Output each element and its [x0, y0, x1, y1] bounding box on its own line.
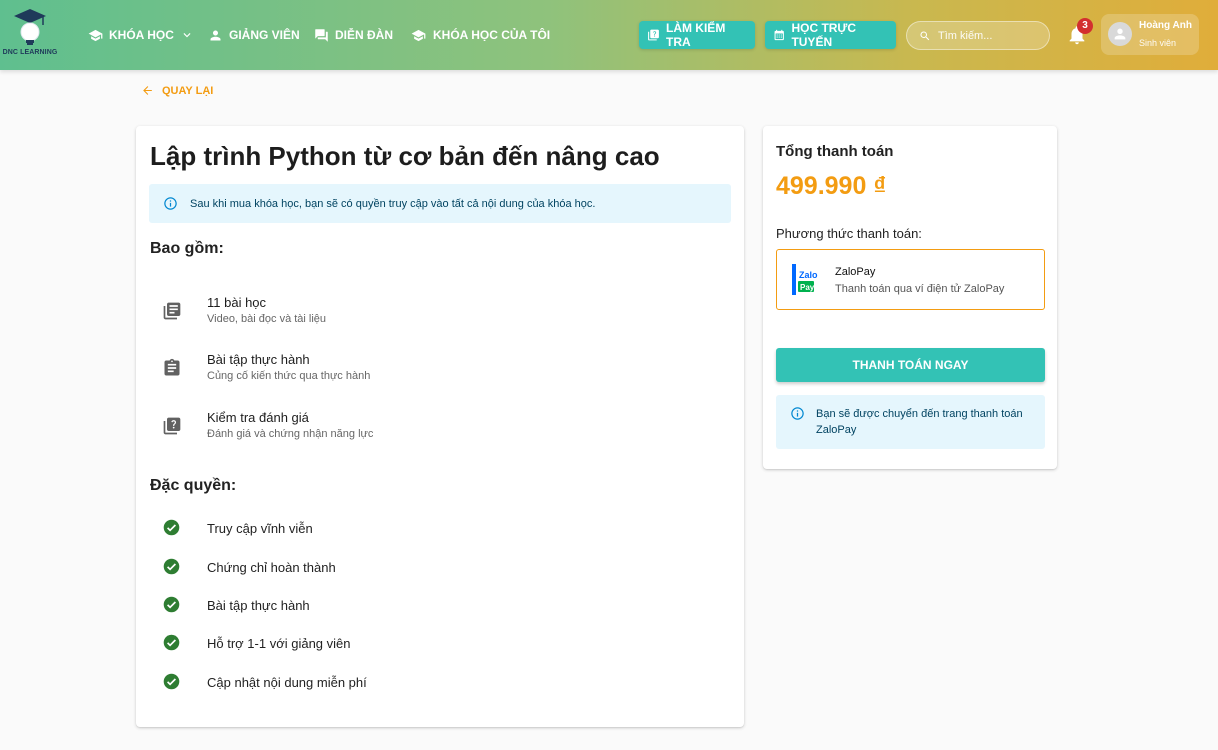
check-circle-icon [163, 634, 180, 651]
search-box[interactable] [906, 21, 1050, 50]
check-circle-icon [163, 558, 180, 575]
chevron-down-icon [183, 33, 191, 38]
take-quiz-button[interactable]: LÀM KIỂM TRA [639, 21, 755, 49]
online-learning-label: HỌC TRỰC TUYẾN [791, 21, 857, 49]
take-quiz-label: LÀM KIỂM TRA [665, 21, 726, 49]
purchase-info-text: Sau khi mua khóa học, bạn sẽ có quyền tr… [190, 197, 596, 210]
person-icon [210, 30, 221, 40]
include-subtitle: Đánh giá và chứng nhận năng lực [207, 428, 374, 440]
total-price: 499.990 ₫ [776, 172, 887, 200]
top-header: DNC LEARNING KHÓA HỌC GIẢNG VIÊN DIỄN ĐÀ… [0, 0, 1218, 70]
perk-text: Cập nhật nội dung miễn phí [207, 675, 367, 690]
include-title: 11 bài học [207, 295, 267, 310]
course-details-card: Lập trình Python từ cơ bản đến nâng cao … [136, 126, 744, 727]
include-item-exercises: Bài tập thực hành Củng cố kiến thức qua … [162, 352, 562, 392]
payment-method-label: Phương thức thanh toán: [776, 226, 922, 241]
assignment-icon [164, 358, 180, 376]
check-circle-icon [163, 673, 180, 690]
graduation-bulb-icon [14, 9, 46, 45]
zalopay-logo-icon: Zalo Pay [791, 263, 823, 296]
forum-icon [315, 28, 328, 42]
book-icon [88, 29, 103, 41]
search-input[interactable] [938, 29, 1038, 42]
redirect-info-alert: Bạn sẽ được chuyển đến trang thanh toán … [776, 395, 1045, 449]
pay-now-button[interactable]: THANH TOÁN NGAY [776, 348, 1045, 382]
info-icon [791, 407, 804, 420]
school-icon [411, 29, 426, 41]
user-menu[interactable]: Hoàng Anh Sinh viên [1101, 14, 1199, 55]
check-circle-icon [163, 519, 180, 536]
perk-item: Cập nhật nội dung miễn phí [163, 673, 563, 693]
redirect-info-text: Bạn sẽ được chuyển đến trang thanh toán … [816, 408, 1023, 436]
quiz-icon [648, 29, 659, 41]
nav-instructors-label: GIẢNG VIÊN [229, 28, 300, 42]
perk-text: Hỗ trợ 1-1 với giảng viên [207, 636, 351, 651]
total-label: Tổng thanh toán [776, 143, 894, 160]
quiz-icon [163, 417, 181, 435]
perk-item: Truy cập vĩnh viễn [163, 519, 563, 539]
notification-badge: 3 [1077, 18, 1093, 34]
payment-method-description: Thanh toán qua ví điện tử ZaloPay [835, 283, 1005, 295]
perk-item: Chứng chỉ hoàn thành [163, 558, 563, 578]
info-icon [164, 197, 177, 210]
nav-courses[interactable]: KHÓA HỌC [88, 0, 194, 70]
nav-forum[interactable]: DIỄN ĐÀN [314, 0, 393, 70]
course-title: Lập trình Python từ cơ bản đến nâng cao [150, 141, 660, 171]
online-learning-button[interactable]: HỌC TRỰC TUYẾN [765, 21, 896, 49]
logo[interactable]: DNC LEARNING [2, 8, 58, 64]
zalopay-logo-text-bottom: Pay [800, 283, 815, 292]
nav-my-courses[interactable]: KHÓA HỌC CỦA TÔI [410, 0, 550, 70]
perk-item: Bài tập thực hành [163, 596, 563, 616]
purchase-info-alert: Sau khi mua khóa học, bạn sẽ có quyền tr… [149, 184, 731, 223]
nav-forum-label: DIỄN ĐÀN [335, 28, 394, 42]
perks-heading: Đặc quyền: [150, 477, 237, 494]
perk-text: Bài tập thực hành [207, 598, 310, 613]
include-subtitle: Củng cố kiến thức qua thực hành [207, 370, 371, 382]
library-books-icon [163, 302, 181, 320]
calendar-icon [774, 29, 784, 41]
back-link[interactable]: QUAY LẠI [141, 84, 213, 97]
zalopay-logo-text-top: Zalo [799, 270, 818, 280]
logo-text: DNC LEARNING [2, 49, 58, 56]
perk-text: Truy cập vĩnh viễn [207, 521, 313, 536]
arrow-back-icon [143, 86, 152, 95]
nav-courses-label: KHÓA HỌC [109, 28, 174, 42]
back-label: QUAY LẠI [162, 84, 214, 97]
nav-instructors[interactable]: GIẢNG VIÊN [208, 0, 300, 70]
search-icon [920, 31, 930, 40]
payment-card: Tổng thanh toán 499.990 ₫ Phương thức th… [763, 126, 1057, 469]
nav-my-courses-label: KHÓA HỌC CỦA TÔI [433, 28, 551, 42]
user-role: Sinh viên [1139, 38, 1177, 48]
include-subtitle: Video, bài đọc và tài liệu [207, 313, 327, 325]
includes-heading: Bao gồm: [150, 240, 224, 257]
include-item-tests: Kiểm tra đánh giá Đánh giá và chứng nhận… [162, 410, 562, 450]
include-item-lessons: 11 bài học Video, bài đọc và tài liệu [162, 295, 562, 335]
user-name: Hoàng Anh [1139, 20, 1192, 31]
avatar [1108, 22, 1132, 46]
include-title: Kiểm tra đánh giá [207, 410, 309, 425]
payment-option-zalopay[interactable]: Zalo Pay ZaloPay Thanh toán qua ví điện … [776, 249, 1045, 310]
check-circle-icon [163, 596, 180, 613]
include-title: Bài tập thực hành [207, 352, 310, 367]
perk-item: Hỗ trợ 1-1 với giảng viên [163, 634, 563, 654]
perk-text: Chứng chỉ hoàn thành [207, 560, 336, 575]
payment-method-name: ZaloPay [835, 266, 876, 278]
user-avatar-icon [1114, 28, 1126, 40]
